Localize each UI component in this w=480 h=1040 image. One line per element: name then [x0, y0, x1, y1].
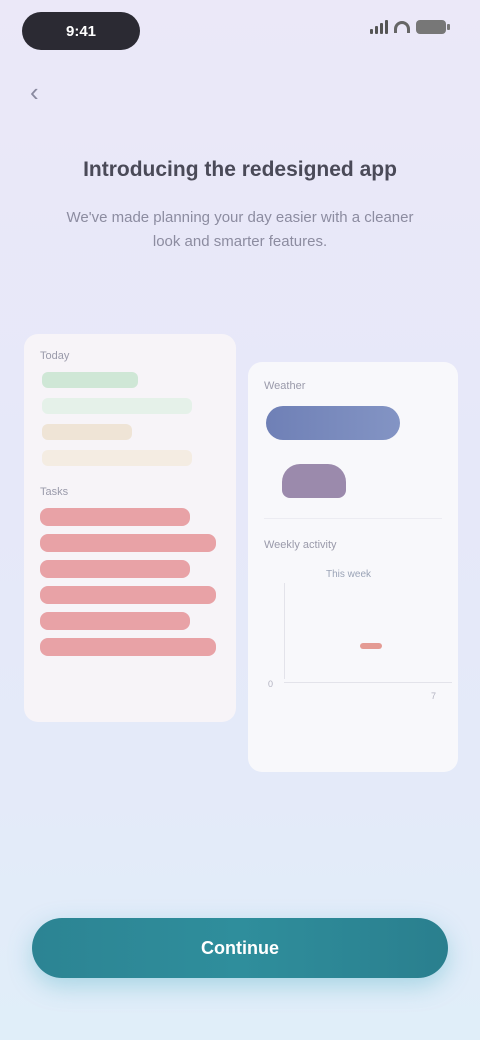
list-item [40, 534, 216, 552]
page-title: Introducing the redesigned app [83, 158, 397, 181]
weather-image [282, 464, 346, 498]
preview-row [42, 372, 138, 388]
wifi-icon [394, 21, 410, 33]
preview-card-right: Weather Weekly activity This week 0 7 [248, 362, 458, 772]
preview-label: Today [40, 350, 70, 362]
weather-banner [266, 406, 400, 440]
list-item [40, 560, 190, 578]
list-item [40, 638, 216, 656]
chart-tag: This week [326, 569, 372, 580]
chart-axis-y [284, 583, 285, 679]
preview-row [42, 398, 192, 414]
preview-row [42, 450, 192, 466]
chart-title: Weekly activity [264, 539, 337, 551]
preview-list: Tasks [36, 486, 224, 656]
continue-button[interactable]: Continue [32, 918, 448, 978]
back-button[interactable]: ‹ [30, 72, 90, 112]
list-item [40, 612, 190, 630]
mini-chart: This week 0 7 [264, 569, 452, 701]
preview-row [42, 424, 132, 440]
page-subtitle: We've made planning your day easier with… [66, 209, 414, 250]
chart-tick: 7 [430, 691, 436, 701]
status-time: 9:41 [22, 12, 140, 50]
chart-tick: 0 [268, 679, 274, 689]
preview-card-left: Today Tasks [24, 334, 236, 722]
preview-list-label: Tasks [40, 486, 69, 498]
battery-icon [416, 20, 450, 34]
chart-mark [360, 643, 382, 649]
status-time-text: 9:41 [65, 22, 97, 40]
chart-axis-x [284, 682, 452, 683]
list-item [40, 508, 190, 526]
chevron-left-icon: ‹ [30, 76, 39, 107]
list-item [40, 586, 216, 604]
signal-icon [370, 20, 388, 34]
status-icons [370, 20, 450, 34]
divider [264, 518, 442, 519]
preview-label: Weather [264, 380, 306, 392]
